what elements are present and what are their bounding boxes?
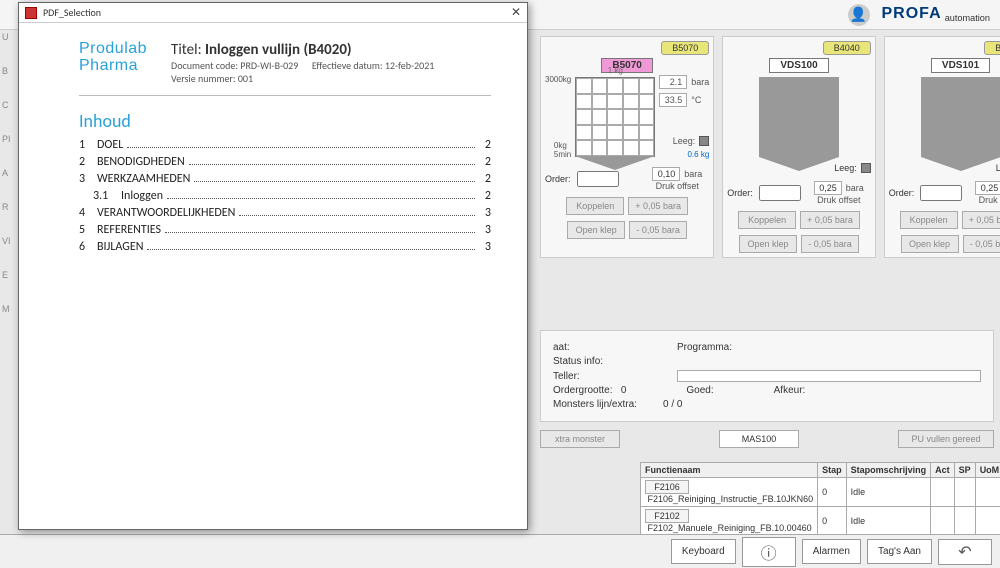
tank-badge: B4040	[823, 41, 871, 55]
brand-sub: automation	[945, 14, 990, 24]
pdf-selection-window: PDF_Selection ✕ Produlab Pharma Titel: I…	[18, 2, 528, 530]
tank-badge: B5070	[661, 41, 709, 55]
minus-bara-button[interactable]: - 0,05 bara	[801, 235, 859, 253]
tank-vessel	[759, 77, 839, 157]
reading-temp: 33.5 °C	[659, 93, 709, 107]
toc-item[interactable]: 2BENODIGDHEDEN2	[79, 155, 491, 169]
toc-list: 1DOEL2 2BENODIGDHEDEN2 3WERKZAAMHEDEN2 3…	[79, 138, 491, 254]
pu-vullen-button[interactable]: PU vullen gereed	[898, 430, 994, 448]
table-row[interactable]: F2102 F2102_Manuele_Reiniging_FB.10.0046…	[641, 507, 1000, 536]
tank-panel-vds101: B4041 VDS101 Leeg: Order: 0,25bara Druk …	[884, 36, 1000, 258]
top-qty: 1 kg	[576, 66, 654, 75]
leeg-led-icon	[861, 163, 871, 173]
doc-title: Titel: Inloggen vullijn (B4020)	[171, 41, 434, 59]
toc-item[interactable]: 5REFERENTIES3	[79, 223, 491, 237]
pdf-titlebar[interactable]: PDF_Selection ✕	[19, 3, 527, 23]
close-icon[interactable]: ✕	[511, 5, 521, 20]
doc-meta: Document code: PRD-WI-B-029 Effectieve d…	[171, 59, 434, 72]
leeg-led-icon	[699, 136, 709, 146]
scale-time: 5min	[554, 150, 571, 159]
scale-top: 3000kg	[545, 75, 571, 84]
tank-panel-b5070: B5070 B5070 3000kg 0kg 5min 1 kg 2.1 bar…	[540, 36, 714, 258]
toc-item[interactable]: 4VERANTWOORDELIJKHEDEN3	[79, 206, 491, 220]
pdf-app-icon	[25, 7, 37, 19]
toc-item[interactable]: 6BIJLAGEN3	[79, 240, 491, 254]
tank-panel-vds100: B4040 VDS100 Leeg: Order: 0,25bara Druk …	[722, 36, 876, 258]
order-input[interactable]	[920, 185, 962, 201]
open-klep-button[interactable]: Open klep	[901, 235, 959, 253]
tank-vessel	[921, 77, 1000, 157]
tank-badge: B4041	[984, 41, 1000, 55]
alarmen-button[interactable]: Alarmen	[802, 539, 861, 564]
tank-title: VDS101	[931, 58, 990, 73]
keyboard-button[interactable]: Keyboard	[671, 539, 736, 564]
toc-heading: Inhoud	[79, 110, 491, 132]
toc-item[interactable]: 1DOEL2	[79, 138, 491, 152]
toc-item[interactable]: 3.1Inloggen2	[79, 189, 491, 203]
tags-button[interactable]: Tag's Aan	[867, 539, 932, 564]
plus-bara-button[interactable]: + 0,05 bara	[628, 197, 688, 215]
koppelen-button[interactable]: Koppelen	[900, 211, 958, 229]
open-klep-button[interactable]: Open klep	[567, 221, 625, 239]
koppelen-button[interactable]: Koppelen	[738, 211, 796, 229]
order-input[interactable]	[759, 185, 801, 201]
order-label: Order:	[545, 174, 571, 184]
left-rail-labels: U B C PI A R VI E M	[2, 32, 16, 314]
reading-bara: 2.1 bara	[659, 75, 709, 89]
back-icon[interactable]: ↶	[938, 539, 992, 565]
pdf-document-body: Produlab Pharma Titel: Inloggen vullijn …	[19, 23, 527, 529]
bottom-bar: Keyboard ⓘ Alarmen Tag's Aan ↶	[0, 534, 1000, 568]
order-input[interactable]	[577, 171, 619, 187]
pdf-window-title: PDF_Selection	[43, 6, 101, 19]
toc-item[interactable]: 3WERKZAAMHEDEN2	[79, 172, 491, 186]
minus-bara-button[interactable]: - 0,05 bara	[963, 235, 1000, 253]
plus-bara-button[interactable]: + 0,05 bara	[962, 211, 1000, 229]
scale-bot: 0kg	[554, 141, 567, 150]
plus-bara-button[interactable]: + 0,05 bara	[800, 211, 860, 229]
koppelen-button[interactable]: Koppelen	[566, 197, 624, 215]
teller-progress	[677, 370, 981, 382]
mas100-button[interactable]: MAS100	[719, 430, 799, 448]
produlab-logo: Produlab Pharma	[79, 41, 147, 85]
tank-title: VDS100	[769, 58, 828, 73]
table-row[interactable]: F2106 F2106_Reiniging_Instructie_FB.10JK…	[641, 478, 1000, 507]
tanks-row: B5070 B5070 3000kg 0kg 5min 1 kg 2.1 bar…	[540, 36, 994, 258]
user-avatar-icon[interactable]: 👤	[848, 4, 870, 26]
extra-buttons-row: xtra monster MAS100 PU vullen gereed	[540, 430, 994, 448]
minus-bara-button[interactable]: - 0,05 bara	[629, 221, 687, 239]
extra-monster-button[interactable]: xtra monster	[540, 430, 620, 448]
brand-logo: PROFA automation	[882, 5, 991, 23]
bottom-kg: 0.6 kg	[659, 150, 709, 159]
brand-text: PROFA	[882, 5, 942, 22]
process-panel: aat: Programma: Status info: Teller: Ord…	[540, 330, 994, 422]
open-klep-button[interactable]: Open klep	[739, 235, 797, 253]
info-icon[interactable]: ⓘ	[742, 537, 796, 567]
tank-vessel: 1 kg	[575, 77, 655, 157]
